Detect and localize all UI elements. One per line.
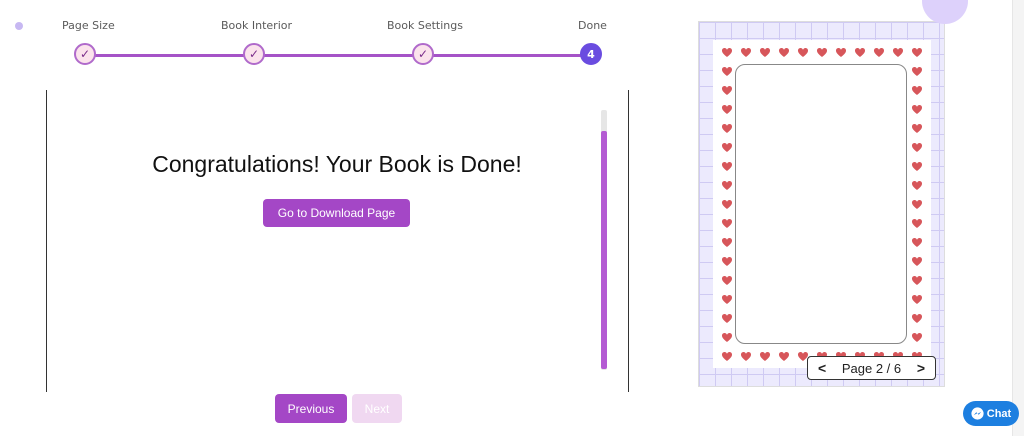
heart-icon [835, 48, 847, 57]
heart-icon [911, 143, 923, 152]
heart-icon [911, 67, 923, 76]
chat-button[interactable]: Chat [963, 401, 1019, 426]
heart-icon [892, 48, 904, 57]
heart-icon [816, 48, 828, 57]
heart-icon [873, 48, 885, 57]
heart-icon [721, 124, 733, 133]
content-right-border [628, 90, 629, 392]
step-label-book-settings: Book Settings [387, 19, 463, 32]
content-left-border [46, 90, 47, 392]
step-label-done: Done [578, 19, 607, 32]
completion-heading: Congratulations! Your Book is Done! [152, 151, 522, 177]
heart-icon [911, 200, 923, 209]
step-label-book-interior: Book Interior [221, 19, 293, 32]
heart-icon [721, 333, 733, 342]
heart-icon [721, 219, 733, 228]
step-book-interior-check-icon[interactable]: ✓ [243, 43, 265, 65]
heart-icon [721, 181, 733, 190]
heart-icon [911, 48, 923, 57]
prev-page-arrow-icon[interactable]: < [818, 360, 826, 376]
messenger-icon [971, 407, 984, 420]
heart-icon [721, 143, 733, 152]
heart-icon [721, 314, 733, 323]
heart-icon [911, 86, 923, 95]
page-content-frame [735, 64, 907, 344]
heart-icon [721, 48, 733, 57]
heart-icon [911, 124, 923, 133]
heart-icon [721, 257, 733, 266]
stepper-track [85, 54, 591, 57]
step-done-number[interactable]: 4 [580, 43, 602, 65]
previous-button[interactable]: Previous [275, 394, 347, 423]
next-button[interactable]: Next [352, 394, 402, 423]
heart-icon [721, 352, 733, 361]
heart-icon [911, 219, 923, 228]
heart-icon [721, 276, 733, 285]
heart-icon [797, 48, 809, 57]
step-book-settings-check-icon[interactable]: ✓ [412, 43, 434, 65]
heart-icon [911, 105, 923, 114]
page-indicator: Page 2 / 6 [841, 360, 902, 376]
next-page-arrow-icon[interactable]: > [917, 360, 925, 376]
heart-icon [911, 295, 923, 304]
download-page-button[interactable]: Go to Download Page [263, 199, 410, 227]
heart-icon [721, 200, 733, 209]
heart-icon [759, 48, 771, 57]
step-page-size-check-icon[interactable]: ✓ [74, 43, 96, 65]
heart-icon [911, 314, 923, 323]
heart-icon [911, 162, 923, 171]
heart-icon [911, 276, 923, 285]
heart-icon [911, 181, 923, 190]
heart-icon [740, 352, 752, 361]
heart-icon [721, 162, 733, 171]
heart-icon [721, 67, 733, 76]
heart-icon [721, 238, 733, 247]
window-right-edge [1012, 0, 1024, 436]
heart-icon [911, 333, 923, 342]
heart-icon [721, 86, 733, 95]
heart-icon [740, 48, 752, 57]
heart-icon [911, 238, 923, 247]
page-navigator: < Page 2 / 6 > [807, 356, 936, 380]
heart-icon [911, 257, 923, 266]
heart-icon [759, 352, 771, 361]
heart-icon [854, 48, 866, 57]
heart-icon [721, 295, 733, 304]
heart-icon [721, 105, 733, 114]
chat-label: Chat [986, 407, 1012, 420]
decorative-dot [15, 22, 23, 30]
heart-icon [778, 48, 790, 57]
heart-icon [778, 352, 790, 361]
step-label-page-size: Page Size [62, 19, 115, 32]
